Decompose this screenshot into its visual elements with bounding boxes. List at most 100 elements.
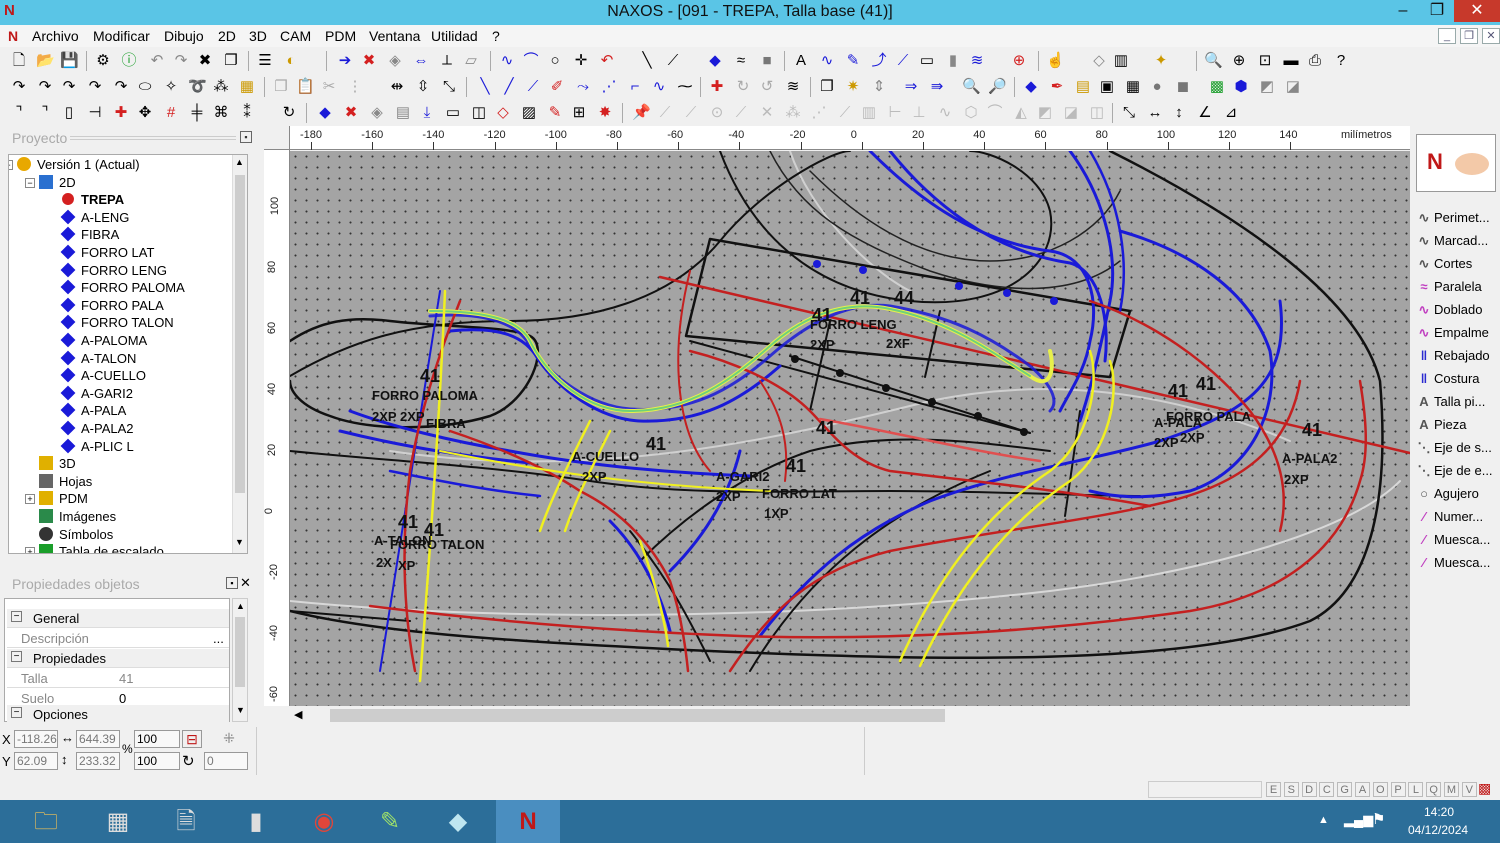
network-icon[interactable]: ▂▄▆	[1344, 812, 1373, 828]
arrow-c-icon[interactable]: ⇛	[928, 78, 946, 96]
tool-9[interactable]: A Pieza	[1416, 417, 1466, 439]
tree-item[interactable]: + Tabla de escalado	[25, 544, 164, 553]
gray-l-icon[interactable]: ∿	[936, 104, 954, 122]
select-tool-icon[interactable]: ◈	[386, 52, 404, 70]
gray-m-icon[interactable]: ⬡	[962, 104, 980, 122]
group-general[interactable]: − General	[7, 609, 229, 628]
tree-item[interactable]: − Versión 1 (Actual)	[9, 157, 140, 174]
dim-h-icon[interactable]: ↔	[1146, 104, 1164, 122]
brush-icon[interactable]: ✎	[546, 104, 564, 122]
cancel-icon[interactable]: ✖	[360, 52, 378, 70]
stack-icon[interactable]: ◪	[1284, 78, 1302, 96]
mirror-icon[interactable]: ⤡	[440, 78, 458, 96]
y-coordinate[interactable]: 62.09	[14, 752, 58, 770]
gray-j-icon[interactable]: ⊢	[886, 104, 904, 122]
descripcion-field[interactable]	[117, 629, 217, 647]
arrow-right-icon[interactable]: ➔	[336, 52, 354, 70]
zoom-in-icon[interactable]: ⊕	[1230, 52, 1248, 70]
gray-g-icon[interactable]: ⋰	[810, 104, 828, 122]
arc-red-icon[interactable]: ↶	[598, 52, 616, 70]
fill-icon[interactable]: ■	[758, 52, 776, 70]
scribble-icon[interactable]: ≋	[784, 78, 802, 96]
menu-help[interactable]: ?	[492, 28, 500, 44]
tool-11[interactable]: ⋱ Eje de e...	[1416, 463, 1493, 485]
pin-icon[interactable]: 📌	[632, 104, 651, 122]
gray-i-icon[interactable]: ▥	[860, 104, 878, 122]
tool-2[interactable]: ∿ Cortes	[1416, 256, 1473, 278]
rotate-icon[interactable]: ↻	[182, 752, 195, 770]
zoom-a-icon[interactable]: 🔍	[962, 78, 981, 96]
panel-pin-icon[interactable]: ▪	[240, 131, 252, 143]
needle-icon[interactable]: ✐	[548, 78, 566, 96]
calculator-icon[interactable]: ▦	[86, 800, 150, 843]
minimize-button[interactable]: –	[1386, 0, 1420, 22]
tree-item[interactable]: FIBRA	[60, 226, 119, 244]
tree-item[interactable]: 3D	[39, 456, 76, 473]
wave-icon[interactable]: ≈	[732, 52, 750, 70]
wand-icon[interactable]: ✦	[1152, 52, 1170, 70]
design-app-icon[interactable]: ✎	[358, 800, 422, 843]
cut-icon[interactable]: ✂	[320, 78, 338, 96]
drawing-canvas[interactable]: 41 44 41 FORRO LENG 2XP 2XF 41 FORRO PALOMA 2XP 2…	[290, 151, 1410, 706]
eraser-icon[interactable]: ◇	[1090, 52, 1108, 70]
tree-item[interactable]: TREPA	[61, 192, 124, 209]
menu-ventana[interactable]: Ventana	[369, 28, 420, 44]
menu-3d[interactable]: 3D	[249, 28, 267, 44]
star-icon[interactable]: ✧	[162, 78, 180, 96]
tool-5[interactable]: ∿ Empalme	[1416, 325, 1489, 347]
tree-scrollbar[interactable]: ▲ ▼	[232, 155, 247, 553]
rectangle-icon[interactable]: ▭	[918, 52, 936, 70]
zigzag-icon[interactable]: ≋	[968, 52, 986, 70]
x-coordinate[interactable]: -118.26	[14, 730, 58, 748]
delete-tool-icon[interactable]: ✖	[196, 52, 214, 70]
talla-value[interactable]: 41	[119, 671, 133, 686]
image-icon[interactable]: ▩	[1208, 78, 1226, 96]
tool-10[interactable]: ⋱ Eje de s...	[1416, 440, 1492, 462]
undo-icon[interactable]: ↶	[148, 52, 166, 70]
dim-icon[interactable]: ⊣	[86, 104, 104, 122]
star-b-icon[interactable]: ✷	[844, 78, 862, 96]
move-icon[interactable]: ⇔	[412, 52, 430, 70]
tangle-icon[interactable]: ⌘	[212, 104, 230, 122]
mdi-close-button[interactable]: ✕	[1482, 28, 1500, 44]
mark-b-icon[interactable]: ✖	[342, 104, 360, 122]
frame-icon[interactable]: ⊞	[570, 104, 588, 122]
scroll-down-icon[interactable]: ▼	[236, 705, 245, 715]
close-button[interactable]: ✕	[1454, 0, 1500, 22]
properties-scrollbar[interactable]: ▲ ▼	[232, 598, 248, 722]
group-propiedades[interactable]: − Propiedades	[7, 649, 229, 668]
move-b-icon[interactable]: ✥	[136, 104, 154, 122]
point-b-icon[interactable]: ◆	[1022, 78, 1040, 96]
tray-up-icon[interactable]: ▲	[1318, 814, 1329, 826]
line-c-icon[interactable]: ⟋	[524, 78, 542, 96]
bar-icon[interactable]: ▭	[444, 104, 462, 122]
mdi-minimize-button[interactable]: _	[1438, 28, 1456, 44]
down-icon[interactable]: ⤓	[418, 104, 436, 122]
expand-icon[interactable]: +	[25, 547, 35, 553]
collapse-icon[interactable]: −	[11, 707, 22, 718]
tree-item[interactable]: FORRO LENG	[60, 262, 167, 280]
gray-c-icon[interactable]: ⊙	[708, 104, 726, 122]
suelo-value[interactable]: 0	[119, 691, 126, 706]
line-icon[interactable]: ╲	[638, 52, 656, 70]
pattern-icon[interactable]: ⁂	[212, 78, 230, 96]
curve-a-icon[interactable]: ↷	[10, 78, 28, 96]
tool-1[interactable]: ∿ Marcad...	[1416, 233, 1489, 255]
rotate-b-icon[interactable]: ↺	[758, 78, 776, 96]
hash-icon[interactable]: #	[162, 104, 180, 122]
canvas-hscrollbar[interactable]: ◀	[290, 706, 1410, 725]
nodes-icon[interactable]: ⋮	[346, 78, 364, 96]
status-key-q[interactable]: Q	[1426, 782, 1442, 797]
scroll-down-icon[interactable]: ▼	[235, 537, 244, 547]
collapse-icon[interactable]: −	[11, 611, 22, 622]
clock-time[interactable]: 14:20	[1424, 805, 1454, 819]
tool-7[interactable]: ‖ Costura	[1416, 371, 1480, 393]
tree-item[interactable]: A-GARI2	[60, 385, 133, 403]
collapse-icon[interactable]: −	[11, 651, 22, 662]
angle-a-icon[interactable]: ∠	[1196, 104, 1214, 122]
corner-b-icon[interactable]: ⌝	[36, 104, 54, 122]
notes-app-icon[interactable]: ◆	[426, 800, 490, 843]
copy-b-icon[interactable]: ❐	[818, 78, 836, 96]
scale-y-input[interactable]: 100	[134, 752, 180, 770]
burst-icon[interactable]: ✸	[596, 104, 614, 122]
